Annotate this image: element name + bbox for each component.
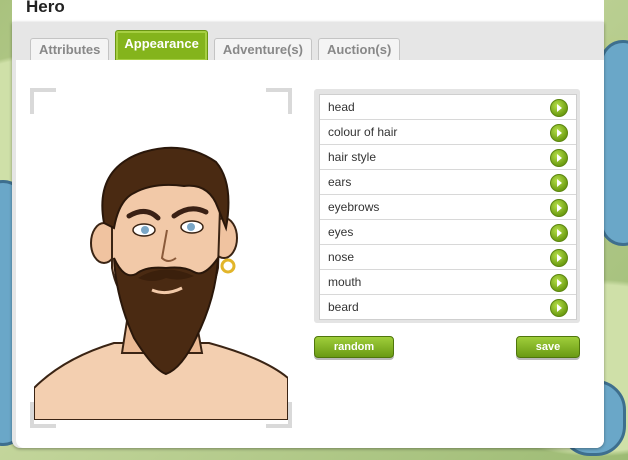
option-label: beard (328, 300, 359, 314)
tab-bar: Attributes Appearance Adventure(s) Aucti… (30, 30, 401, 61)
save-button[interactable]: save (516, 336, 580, 358)
option-label: nose (328, 250, 355, 264)
option-label: head (328, 100, 355, 114)
option-eyes[interactable]: eyes (320, 220, 576, 245)
hero-portrait-frame (30, 88, 292, 428)
option-label: hair style (328, 150, 377, 164)
green-arrow-icon[interactable] (550, 124, 568, 142)
window-title: Hero (26, 0, 65, 16)
option-mouth[interactable]: mouth (320, 270, 576, 295)
window-header (12, 0, 604, 23)
option-nose[interactable]: nose (320, 245, 576, 270)
tab-auctions[interactable]: Auction(s) (318, 38, 401, 61)
tab-adventures[interactable]: Adventure(s) (213, 38, 312, 61)
green-arrow-icon[interactable] (550, 224, 568, 242)
green-arrow-icon[interactable] (550, 249, 568, 267)
option-head[interactable]: head (320, 95, 576, 120)
option-label: eyebrows (328, 200, 380, 214)
tab-appearance[interactable]: Appearance (115, 30, 208, 61)
green-arrow-icon[interactable] (550, 299, 568, 317)
green-arrow-icon[interactable] (550, 199, 568, 217)
frame-corner (266, 88, 292, 114)
option-colour-of-hair[interactable]: colour of hair (320, 120, 576, 145)
tab-attributes[interactable]: Attributes (30, 38, 110, 61)
option-label: eyes (328, 225, 354, 239)
option-label: colour of hair (328, 125, 398, 139)
green-arrow-icon[interactable] (550, 274, 568, 292)
green-arrow-icon[interactable] (550, 174, 568, 192)
frame-corner (30, 88, 56, 114)
option-eyebrows[interactable]: eyebrows (320, 195, 576, 220)
option-hair-style[interactable]: hair style (320, 145, 576, 170)
hero-portrait (34, 146, 288, 420)
option-label: mouth (328, 275, 362, 289)
random-button[interactable]: random (314, 336, 394, 358)
appearance-options-list: head colour of hair hair style ears eyeb… (319, 94, 577, 320)
green-arrow-icon[interactable] (550, 99, 568, 117)
option-beard[interactable]: beard (320, 295, 576, 319)
option-ears[interactable]: ears (320, 170, 576, 195)
appearance-options-panel: head colour of hair hair style ears eyeb… (314, 89, 580, 323)
map-river-right (600, 40, 628, 246)
option-label: ears (328, 175, 352, 189)
green-arrow-icon[interactable] (550, 149, 568, 167)
